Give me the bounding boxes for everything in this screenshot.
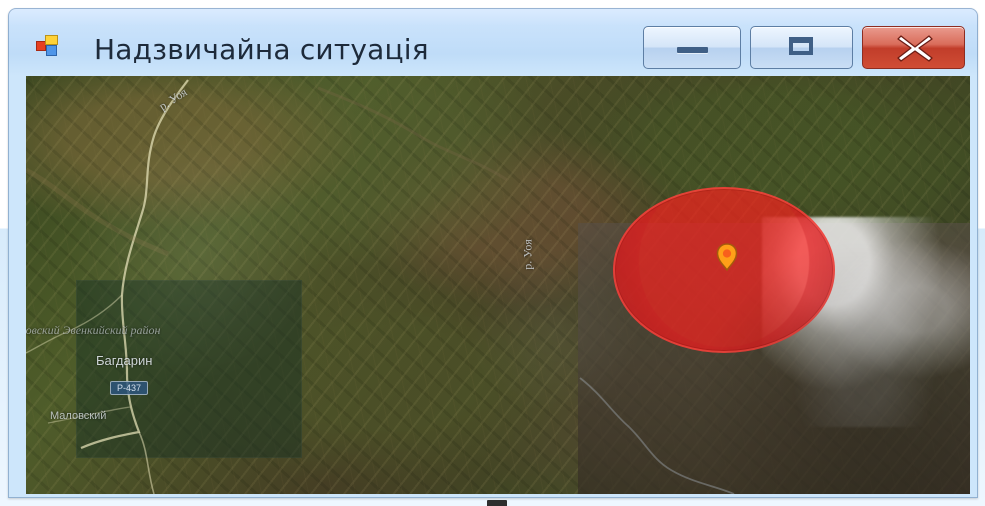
app-icon xyxy=(36,35,58,56)
close-icon xyxy=(897,35,933,62)
town-label-malovsky: Маловский xyxy=(50,410,107,422)
maximize-button[interactable] xyxy=(750,26,853,69)
map-roads xyxy=(26,79,735,494)
taskbar-edge-marker xyxy=(487,500,507,506)
minimize-button[interactable] xyxy=(643,26,741,69)
smoke-cloud xyxy=(762,217,970,427)
minimize-icon xyxy=(677,47,708,53)
window-titlebar[interactable]: Надзвичайна ситуація xyxy=(8,8,978,76)
map-shaded-area-right xyxy=(578,223,970,494)
emergency-zone-circle[interactable] xyxy=(613,187,835,353)
desktop-background: Надзвичайна ситуація р. Уоя р. Уоя товск… xyxy=(0,0,985,506)
location-pin-icon[interactable] xyxy=(715,242,739,272)
road-shield-label: Р-437 xyxy=(110,381,148,395)
app-icon-blue-square xyxy=(46,45,57,56)
river-label-vertical: р. Уоя xyxy=(520,239,535,270)
town-label-bagdarin: Багдарин xyxy=(96,353,153,368)
maximize-icon xyxy=(789,37,813,55)
app-icon-yellow-square xyxy=(45,35,58,45)
district-label: товский Эвенкийский район xyxy=(26,323,161,337)
emergency-window: Надзвичайна ситуація р. Уоя р. Уоя товск… xyxy=(8,8,978,498)
window-title: Надзвичайна ситуація xyxy=(94,33,429,66)
river-label-top: р. Уоя xyxy=(156,84,190,114)
close-button[interactable] xyxy=(862,26,965,69)
map-shaded-area-left xyxy=(76,280,302,458)
satellite-map[interactable]: р. Уоя р. Уоя товский Эвенкийский район … xyxy=(26,76,970,494)
